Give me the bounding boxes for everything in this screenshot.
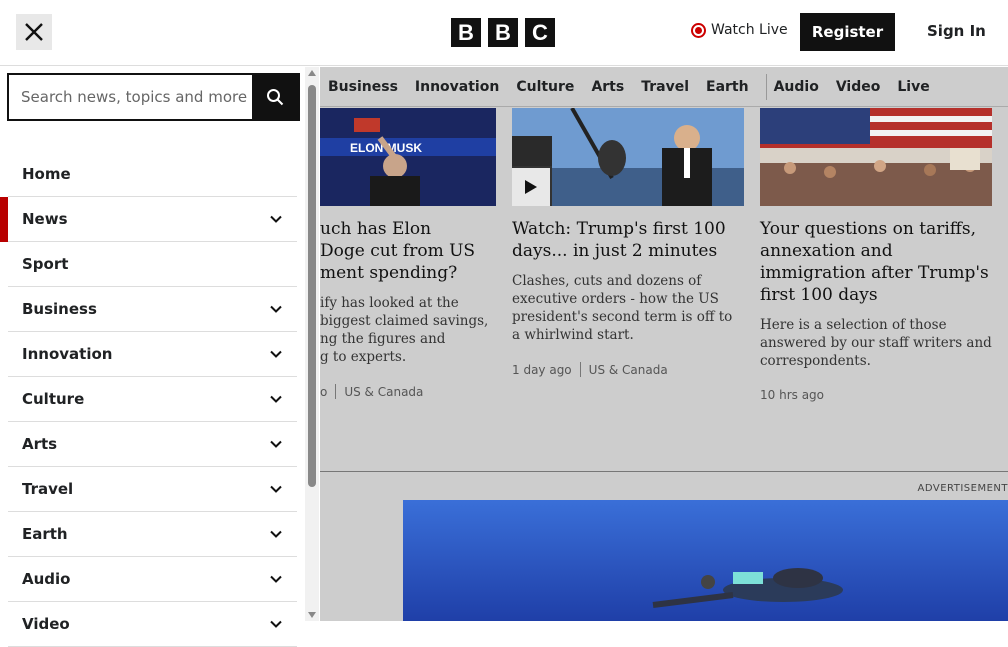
menu-list: Home News Sport Business Innovation Cult… [0, 152, 297, 647]
menu-item-label: Sport [22, 255, 69, 273]
nav-item-innovation[interactable]: Innovation [415, 79, 499, 95]
logo-letter: B [488, 18, 518, 47]
article-meta: 10 hrs ago [760, 388, 992, 402]
menu-item-label: Culture [22, 390, 85, 408]
advertisement-label: ADVERTISEMENT [917, 483, 1008, 494]
meta-divider [335, 384, 337, 399]
menu-item-news[interactable]: News [0, 197, 297, 242]
article-summary: ify has looked at the biggest claimed sa… [320, 295, 489, 365]
chevron-down-icon[interactable] [269, 212, 283, 226]
article-time: o [320, 384, 328, 399]
menu-item-label: Arts [22, 435, 58, 453]
play-video-button[interactable] [512, 168, 550, 206]
logo-letter: B [451, 18, 481, 47]
article-card[interactable]: ELON MUSK uch has Elon Doge cut from US … [320, 108, 496, 399]
watch-live-link[interactable]: Watch Live [691, 22, 788, 38]
menu-item-sport[interactable]: Sport [8, 242, 297, 287]
watch-live-label: Watch Live [711, 22, 788, 38]
article-section[interactable]: US & Canada [344, 385, 423, 399]
menu-item-audio[interactable]: Audio [8, 557, 297, 602]
menu-item-culture[interactable]: Culture [8, 377, 297, 422]
article-card[interactable]: Watch: Trump's first 100 days... in just… [512, 108, 744, 377]
chevron-down-icon[interactable] [269, 347, 283, 361]
chevron-down-icon[interactable] [269, 392, 283, 406]
nav-divider [765, 73, 767, 100]
article-image [512, 108, 744, 206]
sign-in-link[interactable]: Sign In [927, 22, 986, 40]
article-title[interactable]: uch has Elon Doge cut from US ment spend… [320, 218, 496, 284]
nav-item-earth[interactable]: Earth [706, 79, 749, 95]
nav-item-audio[interactable]: Audio [774, 79, 819, 95]
chevron-down-icon[interactable] [269, 437, 283, 451]
scroll-down-icon[interactable] [308, 612, 316, 618]
menu-item-earth[interactable]: Earth [8, 512, 297, 557]
article-section[interactable]: US & Canada [589, 363, 668, 377]
musk-rally-image: ELON MUSK [320, 108, 496, 206]
register-button[interactable]: Register [800, 13, 895, 51]
article-summary: Here is a selection of those answered by… [760, 317, 992, 369]
chevron-down-icon[interactable] [269, 572, 283, 586]
article-image [760, 108, 992, 206]
menu-scrollbar[interactable] [305, 67, 319, 621]
search-button[interactable] [252, 75, 298, 119]
chevron-down-icon[interactable] [269, 617, 283, 631]
menu-item-label: Business [22, 300, 97, 318]
play-icon [525, 180, 537, 194]
protest-crowd-image [760, 108, 992, 206]
search-icon [267, 89, 284, 106]
close-menu-button[interactable] [16, 14, 52, 50]
menu-item-home[interactable]: Home [8, 152, 297, 197]
side-menu: Home News Sport Business Innovation Cult… [0, 67, 320, 647]
nav-item-business[interactable]: Business [328, 79, 398, 95]
nav-item-travel[interactable]: Travel [641, 79, 689, 95]
section-divider [320, 471, 1008, 472]
menu-item-label: Video [22, 615, 70, 633]
article-summary: Clashes, cuts and dozens of executive or… [512, 273, 733, 343]
chevron-down-icon[interactable] [269, 302, 283, 316]
article-card[interactable]: Your questions on tariffs, annexation an… [760, 108, 992, 402]
menu-item-label: Audio [22, 570, 71, 588]
close-icon [25, 23, 43, 41]
menu-item-innovation[interactable]: Innovation [8, 332, 297, 377]
top-header: B B C Watch Live Register Sign In [0, 0, 1008, 66]
chevron-down-icon[interactable] [269, 527, 283, 541]
article-title[interactable]: Watch: Trump's first 100 days... in just… [512, 218, 744, 262]
menu-item-label: Home [22, 165, 71, 183]
article-meta: o US & Canada [320, 384, 496, 399]
scrollbar-thumb[interactable] [308, 85, 316, 487]
logo-letter: C [525, 18, 555, 47]
live-indicator-icon [691, 22, 706, 38]
menu-item-label: Innovation [22, 345, 113, 363]
chevron-down-icon[interactable] [269, 482, 283, 496]
search-input[interactable] [9, 75, 252, 119]
search-bar [7, 73, 300, 121]
nav-item-video[interactable]: Video [836, 79, 881, 95]
article-time: 10 hrs ago [760, 388, 825, 402]
nav-item-live[interactable]: Live [897, 79, 929, 95]
meta-divider [579, 362, 581, 377]
advertisement-banner[interactable] [403, 500, 1008, 621]
diver-ad-image [403, 500, 1008, 621]
article-title[interactable]: Your questions on tariffs, annexation an… [760, 218, 992, 306]
menu-item-video[interactable]: Video [8, 602, 297, 647]
nav-item-arts[interactable]: Arts [591, 79, 624, 95]
menu-item-business[interactable]: Business [8, 287, 297, 332]
bbc-logo[interactable]: B B C [451, 18, 555, 47]
menu-item-travel[interactable]: Travel [8, 467, 297, 512]
article-time: 1 day ago [512, 362, 572, 377]
menu-item-arts[interactable]: Arts [8, 422, 297, 467]
nav-item-culture[interactable]: Culture [516, 79, 574, 95]
article-image: ELON MUSK [320, 108, 496, 206]
article-meta: 1 day ago US & Canada [512, 362, 744, 377]
menu-item-label: News [22, 210, 68, 228]
menu-item-label: Travel [22, 480, 74, 498]
menu-item-label: Earth [22, 525, 68, 543]
scroll-up-icon[interactable] [308, 70, 316, 76]
